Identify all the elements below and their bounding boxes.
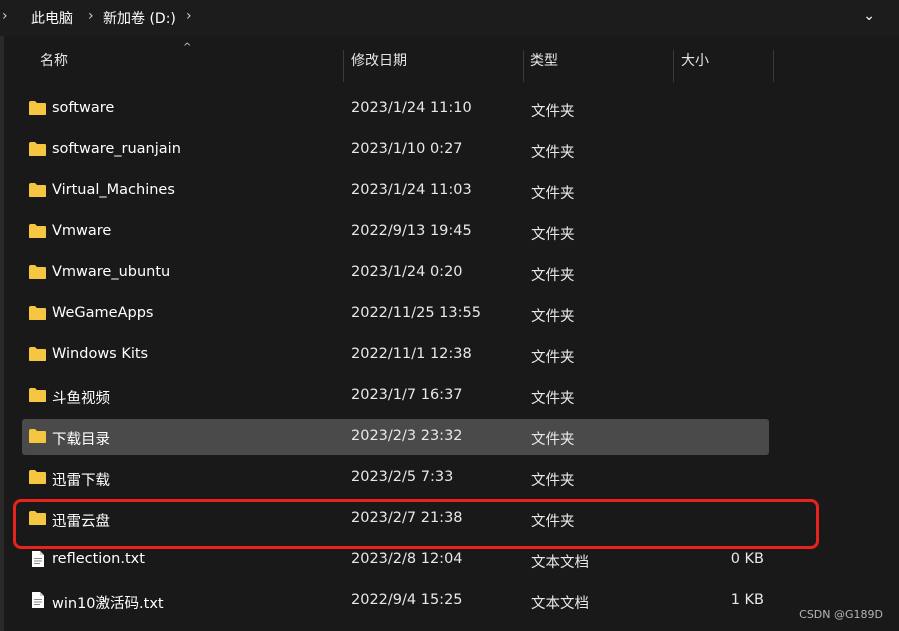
list-edge <box>0 36 4 631</box>
file-name: 下载目录 <box>52 432 110 448</box>
file-name: Windows Kits <box>52 346 149 362</box>
modified-date: 2023/1/24 11:03 <box>351 182 472 198</box>
table-row[interactable]: Virtual_Machines 2023/1/24 11:03 文件夹 <box>22 173 769 209</box>
column-header-size[interactable]: 大小 <box>681 50 709 70</box>
column-header-date[interactable]: 修改日期 <box>351 50 407 70</box>
breadcrumb-this-pc[interactable]: 此电脑 <box>31 8 73 28</box>
file-type: 文件夹 <box>531 104 575 120</box>
modified-date: 2023/2/8 12:04 <box>351 551 463 567</box>
table-row[interactable]: 斗鱼视频 2023/1/7 16:37 文件夹 <box>22 378 769 414</box>
file-type: 文件夹 <box>531 268 575 284</box>
file-name: reflection.txt <box>52 551 145 567</box>
breadcrumb-chevron-icon[interactable]: › <box>2 8 8 24</box>
file-name: 迅雷下载 <box>52 473 110 489</box>
modified-date: 2023/1/10 0:27 <box>351 141 463 157</box>
modified-date: 2023/1/7 16:37 <box>351 387 463 403</box>
file-size: 1 KB <box>730 592 764 608</box>
column-divider[interactable] <box>523 50 524 82</box>
column-header-name[interactable]: 名称 <box>40 50 68 70</box>
modified-date: 2023/1/24 11:10 <box>351 100 472 116</box>
file-type: 文件夹 <box>531 350 575 366</box>
modified-date: 2022/11/25 13:55 <box>351 305 481 321</box>
breadcrumb-drive-d[interactable]: 新加卷 (D:) <box>103 8 176 28</box>
column-divider[interactable] <box>343 50 344 82</box>
breadcrumb-chevron-icon[interactable]: › <box>186 8 192 24</box>
file-name: Vmware <box>52 223 112 239</box>
chevron-down-icon[interactable]: ⌄ <box>863 8 875 24</box>
breadcrumb-chevron-icon[interactable]: › <box>88 8 94 24</box>
table-row[interactable]: software 2023/1/24 11:10 文件夹 <box>22 91 769 127</box>
column-divider[interactable] <box>673 50 674 82</box>
table-row[interactable]: software_ruanjain 2023/1/10 0:27 文件夹 <box>22 132 769 168</box>
modified-date: 2022/9/4 15:25 <box>351 592 463 608</box>
file-type: 文件夹 <box>531 391 575 407</box>
table-row[interactable]: 迅雷下载 2023/2/5 7:33 文件夹 <box>22 460 769 496</box>
table-row[interactable]: Vmware 2022/9/13 19:45 文件夹 <box>22 214 769 250</box>
file-name: win10激活码.txt <box>52 596 164 612</box>
table-row[interactable]: WeGameApps 2022/11/25 13:55 文件夹 <box>22 296 769 332</box>
file-type: 文件夹 <box>531 309 575 325</box>
sort-up-icon: ^ <box>183 42 192 53</box>
modified-date: 2022/9/13 19:45 <box>351 223 472 239</box>
file-type: 文件夹 <box>531 145 575 161</box>
file-name: software <box>52 100 115 116</box>
file-name: 斗鱼视频 <box>52 391 110 407</box>
column-divider[interactable] <box>773 50 774 82</box>
file-type: 文本文档 <box>531 596 589 612</box>
file-type: 文件夹 <box>531 186 575 202</box>
modified-date: 2023/2/5 7:33 <box>351 469 454 485</box>
highlight-annotation <box>13 499 819 549</box>
file-name: software_ruanjain <box>52 141 181 157</box>
table-row[interactable]: 下载目录 2023/2/3 23:32 文件夹 <box>22 419 769 455</box>
file-name: Virtual_Machines <box>52 182 175 198</box>
breadcrumb: › 此电脑 › 新加卷 (D:) › ⌄ <box>0 0 899 36</box>
table-row[interactable]: Vmware_ubuntu 2023/1/24 0:20 文件夹 <box>22 255 769 291</box>
column-header-type[interactable]: 类型 <box>530 50 558 70</box>
table-row[interactable]: win10激活码.txt 2022/9/4 15:25 文本文档 1 KB <box>22 583 769 619</box>
modified-date: 2022/11/1 12:38 <box>351 346 472 362</box>
watermark: CSDN @G189D <box>799 608 883 621</box>
modified-date: 2023/1/24 0:20 <box>351 264 463 280</box>
file-name: WeGameApps <box>52 305 154 321</box>
file-name: Vmware_ubuntu <box>52 264 171 280</box>
file-type: 文件夹 <box>531 227 575 243</box>
file-size: 0 KB <box>730 551 764 567</box>
file-type: 文件夹 <box>531 432 575 448</box>
file-type: 文件夹 <box>531 473 575 489</box>
modified-date: 2023/2/3 23:32 <box>351 428 463 444</box>
file-type: 文本文档 <box>531 555 589 571</box>
table-row[interactable]: Windows Kits 2022/11/1 12:38 文件夹 <box>22 337 769 373</box>
